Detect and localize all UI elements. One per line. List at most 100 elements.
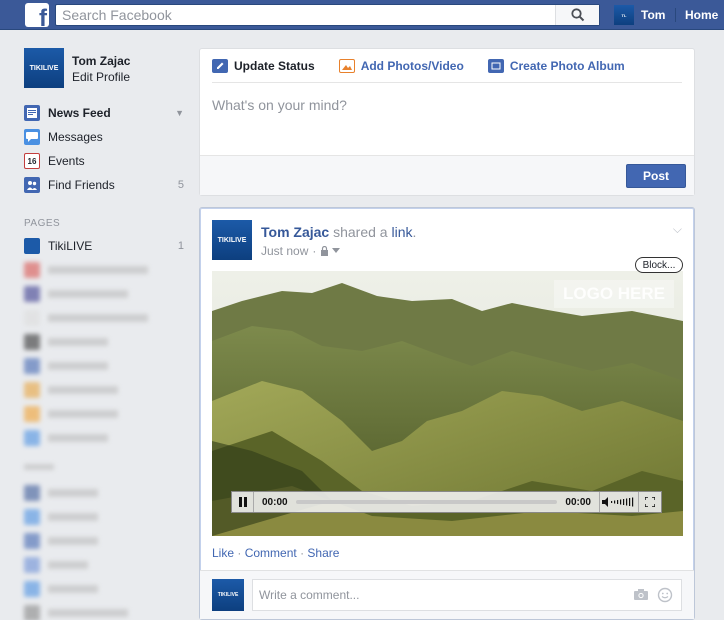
comment-box xyxy=(252,579,682,611)
tab-add-photos-video[interactable]: Add Photos/Video xyxy=(338,58,464,73)
page-icon xyxy=(24,557,40,573)
facebook-logo-letter: f xyxy=(39,5,47,28)
chevron-down-icon[interactable]: ▼ xyxy=(175,108,184,118)
comment-input[interactable] xyxy=(253,580,613,610)
sidebar-item-messages[interactable]: Messages xyxy=(24,128,184,146)
search-button[interactable] xyxy=(555,5,599,25)
blurred-label xyxy=(48,266,148,274)
story-meta: Just now · xyxy=(261,244,341,258)
page-icon xyxy=(24,485,40,501)
sidebar-item-label: TikiLIVE xyxy=(48,239,93,253)
feed-story: TIKILIVE Tom Zajac shared a link. Just n… xyxy=(199,207,695,620)
top-user-name[interactable]: Tom xyxy=(641,8,665,22)
list-item[interactable] xyxy=(24,333,184,351)
video-player[interactable]: LOGO HERE 00:00 00:00 xyxy=(212,271,683,536)
news-feed-icon xyxy=(24,105,40,121)
find-friends-icon xyxy=(24,177,40,193)
fullscreen-button[interactable] xyxy=(639,492,661,512)
pause-button[interactable] xyxy=(232,492,254,512)
photo-icon xyxy=(338,58,355,73)
list-item[interactable] xyxy=(24,556,184,574)
page-icon xyxy=(24,581,40,597)
top-navigation-bar: f TL Tom Home xyxy=(0,0,724,30)
story-author-avatar[interactable]: TIKILIVE xyxy=(212,220,252,260)
list-item[interactable] xyxy=(24,580,184,598)
volume-control[interactable] xyxy=(599,492,639,512)
sidebar-item-find-friends[interactable]: Find Friends 5 xyxy=(24,176,184,194)
events-icon: 16 xyxy=(24,153,40,169)
list-item[interactable] xyxy=(24,261,184,279)
sidebar-item-label: News Feed xyxy=(48,106,111,120)
list-item[interactable] xyxy=(24,357,184,375)
facebook-logo[interactable]: f xyxy=(25,3,49,27)
comment-area: TIKILIVE xyxy=(200,570,694,619)
list-item[interactable] xyxy=(24,381,184,399)
list-item[interactable] xyxy=(24,309,184,327)
story-link[interactable]: link xyxy=(391,224,412,240)
blurred-label xyxy=(48,489,98,497)
profile-name[interactable]: Tom Zajac xyxy=(72,54,130,68)
list-item[interactable] xyxy=(24,532,184,550)
page-icon xyxy=(24,334,40,350)
edit-profile-link[interactable]: Edit Profile xyxy=(72,70,130,84)
story-header: Tom Zajac shared a link. xyxy=(261,224,416,240)
list-item[interactable] xyxy=(24,508,184,526)
find-friends-count: 5 xyxy=(177,179,184,191)
pause-icon xyxy=(238,497,247,507)
list-item[interactable] xyxy=(24,429,184,447)
blurred-label xyxy=(48,338,108,346)
story-options-chevron-icon[interactable]: ⌵ xyxy=(673,222,682,237)
tikilive-logo-icon: TIKILIVE xyxy=(24,48,64,88)
post-button[interactable]: Post xyxy=(626,164,686,188)
list-item[interactable] xyxy=(24,405,184,423)
sidebar-item-tikilive[interactable]: TikiLIVE 1 xyxy=(24,237,184,255)
pages-heading: PAGES xyxy=(24,218,61,229)
story-author-name[interactable]: Tom Zajac xyxy=(261,224,329,240)
action-separator: · xyxy=(237,546,242,560)
tab-label: Add Photos/Video xyxy=(360,58,464,73)
page-icon xyxy=(24,286,40,302)
comment-link[interactable]: Comment xyxy=(245,546,297,560)
sidebar-item-events[interactable]: 16 Events xyxy=(24,152,184,170)
story-timestamp[interactable]: Just now xyxy=(261,244,308,258)
search-input[interactable] xyxy=(56,5,556,25)
list-item[interactable] xyxy=(24,484,184,502)
blurred-label xyxy=(48,561,88,569)
blurred-label xyxy=(48,410,118,418)
tikilive-count: 1 xyxy=(177,240,184,252)
comment-avatar[interactable]: TIKILIVE xyxy=(212,579,244,611)
album-icon xyxy=(487,58,504,73)
audience-dropdown-icon[interactable] xyxy=(332,248,341,254)
blurred-label xyxy=(48,513,98,521)
camera-icon[interactable] xyxy=(633,588,649,601)
sidebar-item-news-feed[interactable]: News Feed ▼ xyxy=(24,104,184,122)
topbar-divider xyxy=(675,8,676,22)
block-button[interactable]: Block... xyxy=(635,257,683,273)
tab-label: Update Status xyxy=(234,58,315,73)
list-item[interactable] xyxy=(24,604,184,620)
page-icon xyxy=(24,430,40,446)
top-avatar[interactable]: TL xyxy=(614,5,634,25)
profile-avatar[interactable]: TIKILIVE xyxy=(24,48,64,88)
search-bar xyxy=(55,4,600,26)
like-link[interactable]: Like xyxy=(212,546,234,560)
blurred-label xyxy=(48,585,98,593)
status-input[interactable]: What's on your mind? xyxy=(212,97,347,113)
story-actions: Like · Comment · Share xyxy=(212,546,339,560)
page-icon xyxy=(24,310,40,326)
tab-create-photo-album[interactable]: Create Photo Album xyxy=(487,58,625,73)
emoji-icon[interactable] xyxy=(657,587,673,603)
share-link[interactable]: Share xyxy=(307,546,339,560)
video-progress-track[interactable] xyxy=(295,500,558,504)
page-icon xyxy=(24,382,40,398)
sidebar-item-label: Find Friends xyxy=(48,178,115,192)
blurred-label xyxy=(48,314,148,322)
lock-icon[interactable] xyxy=(320,246,329,256)
fullscreen-icon xyxy=(645,497,655,507)
list-item[interactable] xyxy=(24,285,184,303)
home-link[interactable]: Home xyxy=(685,8,718,22)
tab-update-status[interactable]: Update Status xyxy=(212,58,315,73)
page-icon xyxy=(24,605,40,620)
video-controls: 00:00 00:00 xyxy=(231,491,662,513)
page-icon xyxy=(24,262,40,278)
